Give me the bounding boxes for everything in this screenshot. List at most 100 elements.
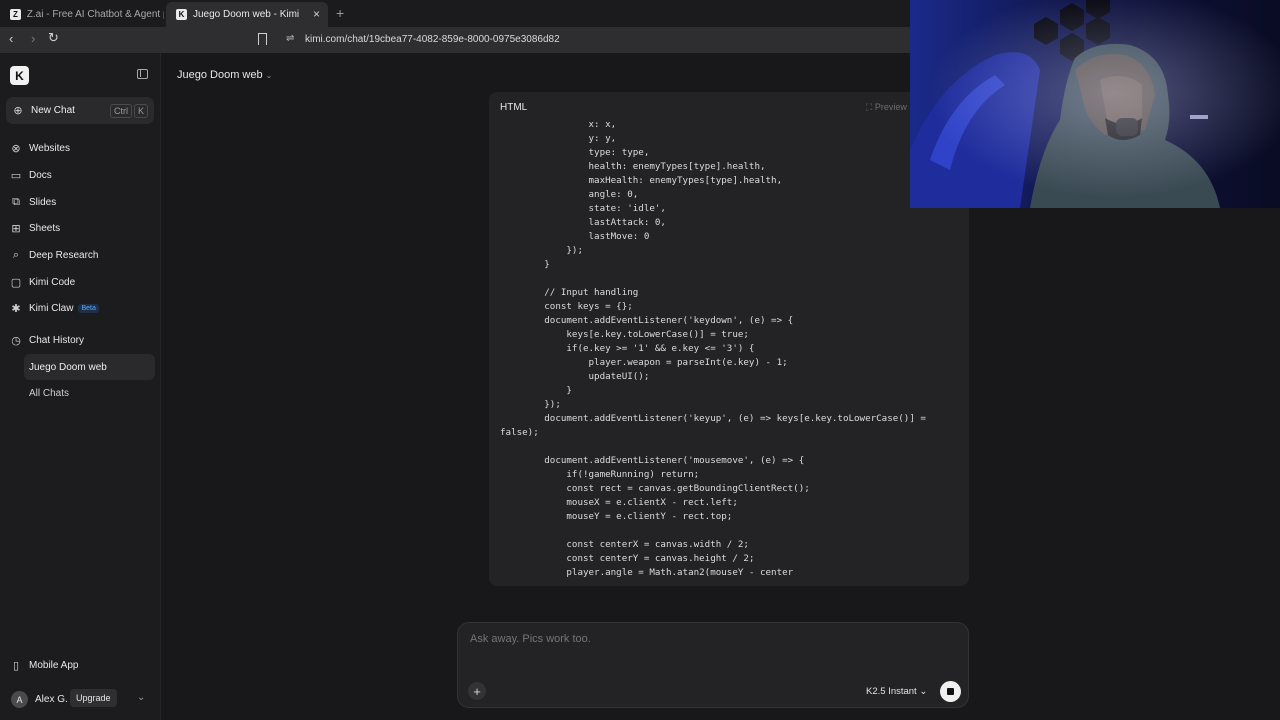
chat-title[interactable]: Juego Doom web ⌄ — [177, 69, 272, 81]
code-line: const centerY = canvas.height / 2; — [500, 553, 755, 564]
code-line: maxHealth: enemyTypes[type].health, — [500, 175, 783, 186]
url-field[interactable]: kimi.com/chat/19cbea77-4082-859e-8000-09… — [305, 34, 560, 45]
code-line: document.addEventListener('mousemove', (… — [500, 455, 805, 466]
sidebar-item-label: Sheets — [29, 222, 61, 234]
phone-icon: ▯ — [12, 659, 20, 672]
code-line: false); — [500, 427, 539, 438]
sidebar-toggle-icon[interactable] — [137, 69, 148, 79]
message-composer: + K2.5 Instant ⌄ — [457, 622, 969, 708]
code-block: HTML ⛶ Preview x: x, y: y, type: type, h… — [489, 92, 969, 586]
new-tab-icon[interactable]: + — [336, 5, 344, 21]
close-tab-icon[interactable]: × — [313, 7, 320, 21]
code-line: state: 'idle', — [500, 203, 666, 214]
browser-tab-kimi[interactable]: K Juego Doom web - Kimi × — [166, 2, 328, 27]
code-line: if(e.key >= '1' && e.key <= '3') { — [500, 343, 755, 354]
globe-icon: ⊗ — [11, 142, 21, 155]
chat-history-label: Chat History — [29, 334, 85, 346]
code-line: const keys = {}; — [500, 301, 633, 312]
new-chat-button[interactable]: ⊕ New Chat Ctrl K — [6, 97, 154, 124]
sidebar-item-label: Deep Research — [29, 249, 99, 261]
sidebar-item-label: Docs — [29, 169, 52, 181]
code-line: mouseX = e.clientX - rect.left; — [500, 497, 738, 508]
mobile-app-link[interactable]: ▯ Mobile App — [10, 656, 79, 674]
chevron-down-icon: ⌄ — [265, 71, 273, 80]
tab-title: Juego Doom web - Kimi — [193, 9, 300, 20]
code-content: x: x, y: y, type: type, health: enemyTyp… — [500, 118, 965, 578]
back-icon[interactable]: ‹ — [9, 31, 13, 46]
avatar[interactable]: A — [11, 691, 28, 708]
code-line: type: type, — [500, 147, 650, 158]
code-line: updateUI(); — [500, 371, 650, 382]
sidebar-item-label: Kimi Claw — [29, 302, 74, 314]
shortcut-ctrl: Ctrl — [109, 103, 132, 118]
sidebar-item-label: Websites — [29, 142, 70, 154]
clock-icon: ◷ — [11, 334, 21, 347]
sidebar-item-websites[interactable]: ⊗ Websites — [10, 139, 70, 157]
forward-icon[interactable]: › — [31, 31, 35, 46]
slides-icon: ⧉ — [12, 195, 20, 208]
new-chat-label: New Chat — [31, 105, 75, 116]
chevron-down-icon[interactable]: ⌄ — [137, 692, 145, 703]
chat-title-text: Juego Doom web — [177, 69, 263, 81]
all-chats-link[interactable]: All Chats — [29, 388, 69, 399]
sidebar: K ⊕ New Chat Ctrl K ⊗ Websites ▭ Docs ⧉ … — [0, 53, 161, 720]
sidebar-item-kimi-code[interactable]: ▢ Kimi Code — [10, 273, 75, 291]
magnifier-icon: ⌕ — [12, 248, 20, 261]
document-icon: ▭ — [10, 169, 22, 182]
reload-icon[interactable]: ↻ — [48, 30, 59, 46]
bookmark-icon[interactable] — [258, 33, 267, 45]
webcam-overlay — [910, 0, 1280, 208]
history-item-juego-doom[interactable]: Juego Doom web — [24, 354, 155, 380]
sidebar-item-slides[interactable]: ⧉ Slides — [10, 193, 56, 211]
code-line: const rect = canvas.getBoundingClientRec… — [500, 483, 810, 494]
site-info-icon[interactable]: ⇌ — [286, 33, 294, 44]
sidebar-item-label: Slides — [29, 196, 57, 208]
model-name: K2.5 Instant — [866, 686, 917, 697]
code-line: player.angle = Math.atan2(mouseY - cente… — [500, 567, 794, 578]
code-language-label: HTML — [500, 102, 528, 113]
code-line: if(!gameRunning) return; — [500, 469, 700, 480]
code-line: health: enemyTypes[type].health, — [500, 161, 766, 172]
claw-icon: ✱ — [11, 302, 21, 315]
code-line: } — [500, 259, 550, 270]
tab-title: Z.ai - Free AI Chatbot & Agent powe — [26, 9, 164, 20]
zai-favicon-icon: Z — [10, 9, 21, 20]
message-input[interactable] — [470, 633, 960, 645]
sidebar-item-deep-research[interactable]: ⌕ Deep Research — [10, 246, 99, 264]
code-icon: ▢ — [10, 276, 22, 289]
beta-badge: Beta — [78, 303, 99, 313]
code-line: const centerX = canvas.width / 2; — [500, 539, 749, 550]
code-line: lastMove: 0 — [500, 231, 650, 242]
stop-icon — [947, 688, 954, 695]
stop-generation-button[interactable] — [940, 681, 961, 702]
code-line: y: y, — [500, 133, 617, 144]
upgrade-button[interactable]: Upgrade — [70, 689, 117, 707]
sidebar-item-docs[interactable]: ▭ Docs — [10, 166, 52, 184]
code-line: } — [500, 385, 572, 396]
plus-circle-icon: ⊕ — [13, 105, 23, 117]
chat-history-header[interactable]: ◷ Chat History — [10, 331, 84, 349]
shortcut-k: K — [133, 103, 148, 118]
preview-button[interactable]: ⛶ Preview — [866, 102, 907, 113]
code-line: mouseY = e.clientY - rect.top; — [500, 511, 733, 522]
code-line: }); — [500, 245, 583, 256]
code-line: lastAttack: 0, — [500, 217, 666, 228]
webcam-image — [910, 0, 1280, 208]
code-line: angle: 0, — [500, 189, 639, 200]
browser-tab-zai[interactable]: Z Z.ai - Free AI Chatbot & Agent powe — [0, 2, 164, 27]
code-line: }); — [500, 399, 561, 410]
code-line: x: x, — [500, 119, 617, 130]
code-line: player.weapon = parseInt(e.key) - 1; — [500, 357, 788, 368]
attach-plus-icon[interactable]: + — [468, 682, 486, 700]
code-line: // Input handling — [500, 287, 639, 298]
sidebar-item-label: Kimi Code — [29, 276, 76, 288]
code-line: document.addEventListener('keydown', (e)… — [500, 315, 794, 326]
model-selector[interactable]: K2.5 Instant ⌄ — [866, 686, 927, 697]
sidebar-item-sheets[interactable]: ⊞ Sheets — [10, 219, 60, 237]
kimi-logo[interactable]: K — [10, 66, 29, 85]
sidebar-item-kimi-claw[interactable]: ✱ Kimi Claw Beta — [10, 299, 99, 317]
kimi-favicon-icon: K — [176, 9, 187, 20]
